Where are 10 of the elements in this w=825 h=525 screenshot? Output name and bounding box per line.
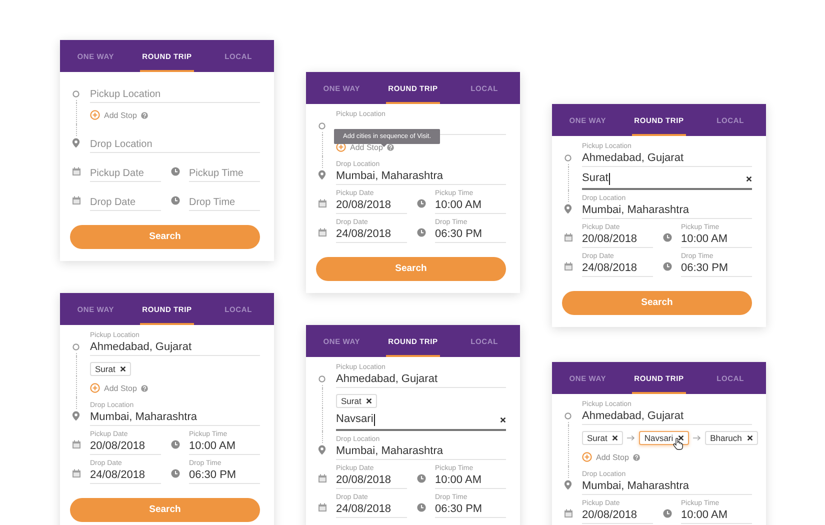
add-stop-button[interactable]: Add Stop [90,383,137,393]
stop-chip[interactable]: Surat [90,362,132,376]
stop-chip[interactable]: Navsari [639,431,690,445]
add-stop-button[interactable]: Add Stop [582,452,629,462]
stop-chip[interactable]: Surat [336,394,378,408]
add-stop-button[interactable]: Add Stop [90,110,137,120]
stop-field[interactable]: Navsari [336,408,506,431]
stop-field[interactable]: Surat [582,167,752,190]
stop-chip[interactable]: Surat [582,431,624,445]
stop-chip[interactable]: Bharuch [705,431,758,445]
